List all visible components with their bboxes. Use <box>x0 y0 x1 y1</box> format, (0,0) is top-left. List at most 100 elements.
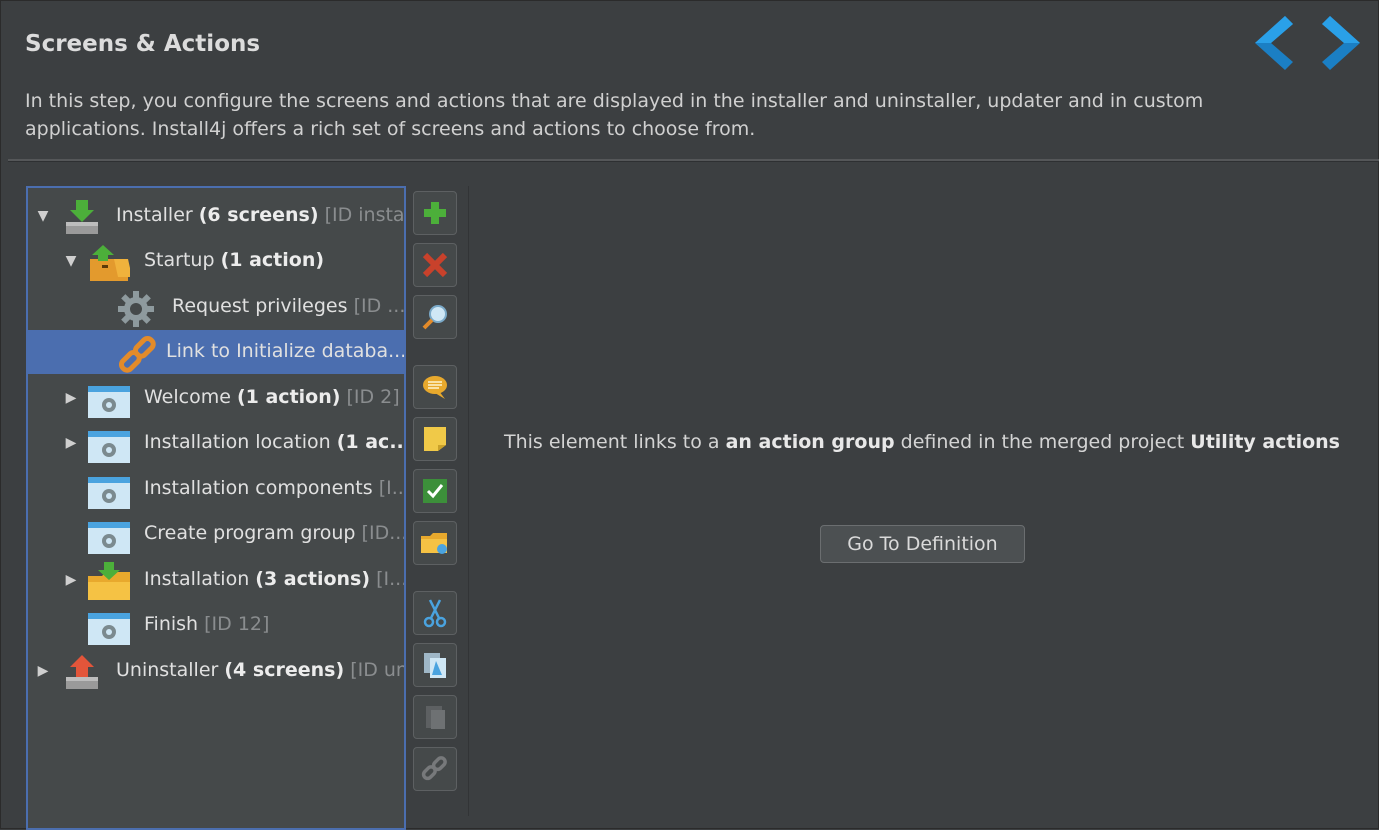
copy-button[interactable] <box>413 643 457 687</box>
collapsed-arrow-icon[interactable]: ▶ <box>64 572 78 588</box>
tree-row-label: Startup (1 action) <box>144 249 324 271</box>
link-info-text: This element links to a an action group … <box>470 431 1374 453</box>
tree-row-finish[interactable]: Finish [ID 12] <box>28 603 404 647</box>
node-count: (6 screens) <box>198 204 319 226</box>
panel-separator <box>468 186 469 816</box>
tree-row-installation-location[interactable]: ▶ Installation location (1 ac... <box>28 421 404 465</box>
node-name: Startup <box>144 249 215 271</box>
node-id: [I... <box>378 477 404 499</box>
node-name: Installation location <box>144 431 331 453</box>
startup-box-icon <box>88 243 132 283</box>
collapsed-arrow-icon[interactable]: ▶ <box>36 663 50 679</box>
comment-icon <box>423 376 447 399</box>
node-count: (1 action) <box>236 386 341 408</box>
cut-icon <box>423 599 447 628</box>
search-icon <box>422 305 447 330</box>
screen-icon <box>88 607 130 647</box>
node-name: Installer <box>116 204 193 226</box>
installer-icon <box>62 198 102 238</box>
copy-icon <box>424 653 446 678</box>
tree-row-label: Installer (6 screens) [ID instal... <box>116 204 405 226</box>
tree-row-label: Installation components [I... <box>144 477 404 499</box>
link-icon <box>116 334 156 374</box>
tree-row-installation[interactable]: ▶ Installation (3 actions) [I... <box>28 558 404 602</box>
folder-link-icon <box>421 533 447 554</box>
tree-row-label: Finish [ID 12] <box>144 613 269 635</box>
info-link-type: an action group <box>725 431 895 453</box>
screens-tree[interactable]: ▼ Installer (6 screens) [ID instal... ▼ <box>26 186 406 830</box>
node-name: Finish <box>144 613 199 635</box>
node-id: [I... <box>376 568 406 590</box>
node-name: Welcome <box>144 386 231 408</box>
collapsed-arrow-icon[interactable]: ▶ <box>64 390 78 406</box>
node-id: [ID instal... <box>324 204 405 226</box>
node-name: Installation <box>144 568 250 590</box>
add-button[interactable] <box>413 191 457 235</box>
link-icon <box>421 756 447 781</box>
screen-icon <box>88 425 130 465</box>
header: Screens & Actions In this step, you conf… <box>0 0 1379 160</box>
go-to-definition-button[interactable]: Go To Definition <box>820 525 1025 563</box>
delete-button[interactable] <box>413 243 457 287</box>
tree-row-label: Link to Initialize databa... <box>166 340 406 362</box>
node-count: (1 action) <box>220 249 325 271</box>
tree-row-label: Uninstaller (4 screens) [ID un... <box>116 659 404 681</box>
tree-row-label: Welcome (1 action) [ID 2] <box>144 386 400 408</box>
node-name: Uninstaller <box>116 659 219 681</box>
next-step-button[interactable] <box>1316 14 1366 72</box>
node-count: (1 ac... <box>336 431 406 453</box>
info-text-part: defined in the merged project <box>894 431 1191 453</box>
link-button[interactable] <box>413 747 457 791</box>
tree-row-request-privileges[interactable]: Request privileges [ID ... <box>28 285 404 329</box>
comment-button[interactable] <box>413 365 457 409</box>
screen-icon <box>88 380 130 420</box>
tree-row-startup[interactable]: ▼ Startup (1 action) <box>28 239 404 283</box>
chevron-right-icon <box>1322 16 1360 70</box>
tree-row-label: Create program group [ID... <box>144 522 406 544</box>
tree-row-link-initialize-database[interactable]: Link to Initialize databa... <box>28 330 404 374</box>
note-button[interactable] <box>413 417 457 461</box>
node-name: Request privileges <box>172 295 348 317</box>
uninstaller-icon <box>62 653 102 693</box>
page-description: In this step, you configure the screens … <box>25 90 1204 140</box>
gear-icon <box>116 289 156 329</box>
search-button[interactable] <box>413 295 457 339</box>
expanded-arrow-icon[interactable]: ▼ <box>36 208 50 224</box>
tree-row-welcome[interactable]: ▶ Welcome (1 action) [ID 2] <box>28 376 404 420</box>
node-name: Link to Initialize databa... <box>166 340 406 362</box>
expanded-arrow-icon[interactable]: ▼ <box>64 253 78 269</box>
chevron-left-icon <box>1255 16 1293 70</box>
collapsed-arrow-icon[interactable]: ▶ <box>64 435 78 451</box>
tree-row-label: Installation (3 actions) [I... <box>144 568 406 590</box>
screen-icon <box>88 516 130 556</box>
paste-button[interactable] <box>413 695 457 739</box>
node-name: Create program group <box>144 522 356 544</box>
note-icon <box>424 427 446 451</box>
header-divider-shadow <box>8 161 1379 162</box>
check-button[interactable] <box>413 469 457 513</box>
delete-icon <box>422 252 448 278</box>
folder-link-button[interactable] <box>413 521 457 565</box>
node-count: (3 actions) <box>255 568 371 590</box>
node-count: (4 screens) <box>224 659 345 681</box>
add-icon <box>424 202 446 224</box>
tree-row-installer[interactable]: ▼ Installer (6 screens) [ID instal... <box>28 194 404 238</box>
screen-icon <box>88 471 130 511</box>
tree-row-uninstaller[interactable]: ▶ Uninstaller (4 screens) [ID un... <box>28 649 404 693</box>
tree-row-label: Installation location (1 ac... <box>144 431 406 453</box>
check-icon <box>423 479 447 503</box>
node-id: [ID 2] <box>346 386 400 408</box>
tree-row-label: Request privileges [ID ... <box>172 295 406 317</box>
node-name: Installation components <box>144 477 373 499</box>
installation-folder-icon <box>88 562 130 602</box>
node-id: [ID ... <box>353 295 406 317</box>
info-project-name: Utility actions <box>1190 431 1340 453</box>
cut-button[interactable] <box>413 591 457 635</box>
info-text-part: This element links to a <box>504 431 726 453</box>
tree-row-installation-components[interactable]: Installation components [I... <box>28 467 404 511</box>
previous-step-button[interactable] <box>1249 14 1299 72</box>
paste-icon <box>426 706 445 729</box>
tree-row-create-program-group[interactable]: Create program group [ID... <box>28 512 404 556</box>
node-id: [ID... <box>361 522 406 544</box>
node-id: [ID 12] <box>204 613 270 635</box>
